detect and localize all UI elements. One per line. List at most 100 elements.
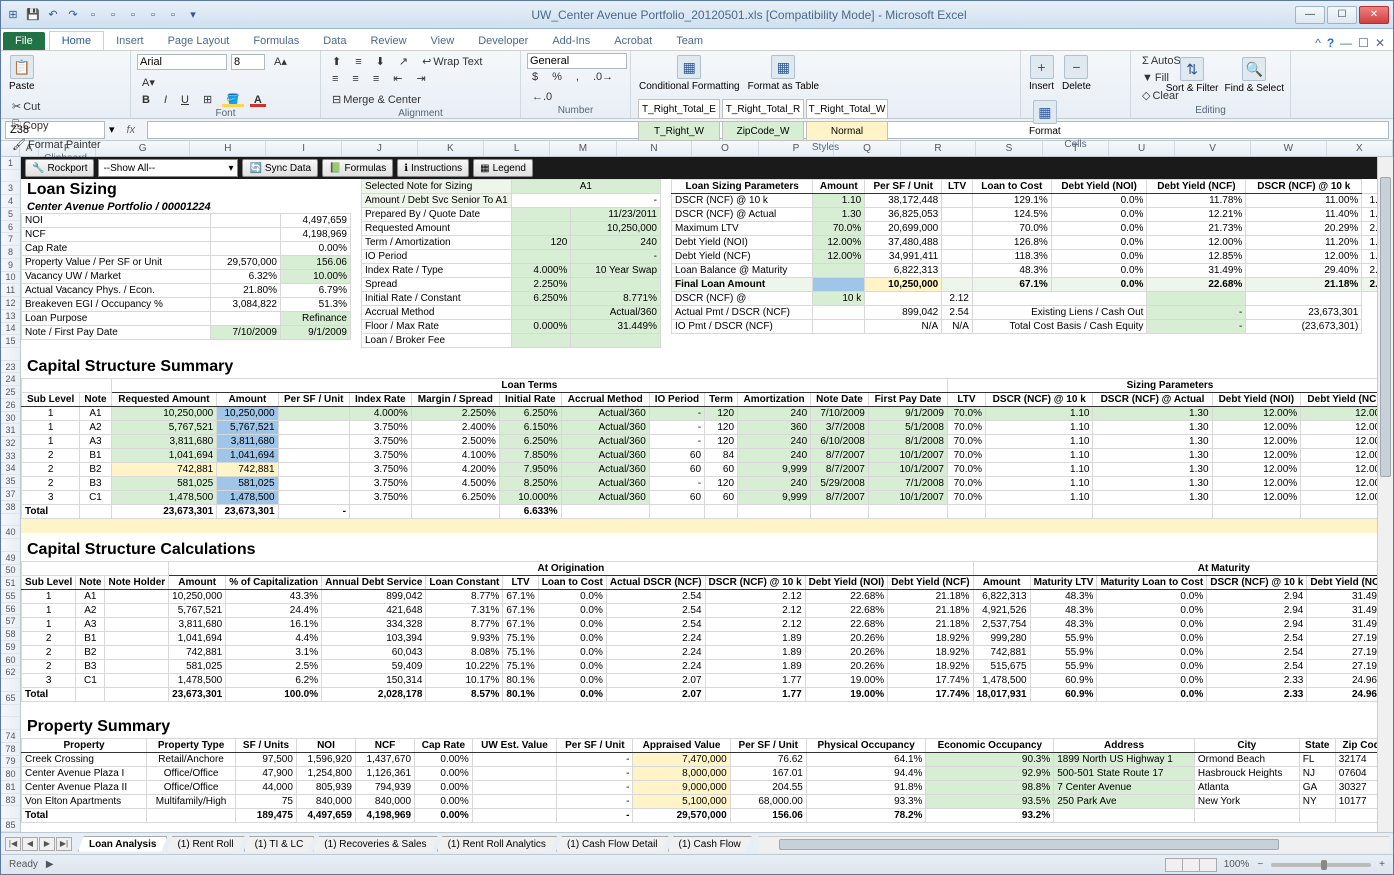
row-header[interactable]: 37 (1, 488, 20, 501)
row-header[interactable] (1, 348, 20, 361)
tab-data[interactable]: Data (311, 32, 358, 50)
sheet-tab[interactable]: (1) Rent Roll Analytics (437, 836, 557, 852)
row-header[interactable]: 38 (1, 501, 20, 514)
col-header[interactable]: W (1251, 141, 1327, 156)
row-header[interactable] (1, 539, 20, 552)
row-header[interactable]: 24 (1, 373, 20, 386)
tab-addins[interactable]: Add-Ins (540, 32, 602, 50)
row-header[interactable]: 13 (1, 310, 20, 323)
shrink-font-icon[interactable]: A▾ (137, 74, 160, 91)
style-gallery[interactable]: ZipCode_W (722, 121, 804, 141)
row-header[interactable]: 51 (1, 577, 20, 590)
align-bot-icon[interactable]: ⬇ (371, 53, 390, 70)
undo-icon[interactable]: ↶ (45, 7, 61, 23)
tab-home[interactable]: Home (49, 31, 104, 50)
row-header[interactable]: 5 (1, 208, 20, 221)
tab-formulas[interactable]: Formulas (241, 32, 311, 50)
close-button[interactable]: ✕ (1359, 6, 1389, 24)
row-header[interactable]: 15 (1, 335, 20, 348)
col-header[interactable]: V (1175, 141, 1251, 156)
tab-review[interactable]: Review (358, 32, 418, 50)
scrollbar-vertical[interactable] (1377, 157, 1393, 832)
col-header[interactable]: H (190, 141, 266, 156)
row-header[interactable]: 50 (1, 565, 20, 578)
style-gallery[interactable]: T_Right_Total_R (722, 99, 804, 119)
tab-acrobat[interactable]: Acrobat (602, 32, 664, 50)
doc-min-icon[interactable]: — (1340, 36, 1352, 50)
style-gallery[interactable]: Normal (806, 121, 888, 141)
indent-inc-icon[interactable]: ⇥ (411, 70, 430, 87)
row-header[interactable]: 10 (1, 272, 20, 285)
zoom-slider[interactable] (1271, 863, 1371, 867)
indent-dec-icon[interactable]: ⇤ (388, 70, 407, 87)
tab-last-icon[interactable]: ▶| (56, 837, 72, 851)
sheet-tab[interactable]: Loan Analysis (78, 836, 167, 852)
row-header[interactable]: 81 (1, 781, 20, 794)
row-header[interactable]: 7 (1, 233, 20, 246)
align-left-icon[interactable]: ≡ (327, 71, 343, 87)
row-header[interactable]: 33 (1, 450, 20, 463)
row-header[interactable]: 60 (1, 654, 20, 667)
qat-icon[interactable]: ▫ (145, 7, 161, 23)
border-button[interactable]: ⊞ (198, 91, 217, 108)
row-header[interactable]: 30 (1, 412, 20, 425)
tab-pagelayout[interactable]: Page Layout (156, 32, 242, 50)
row-header[interactable]: 9 (1, 259, 20, 272)
align-center-icon[interactable]: ≡ (347, 71, 363, 87)
col-header[interactable]: M (550, 141, 616, 156)
style-gallery[interactable]: T_Right_Total_E (638, 99, 720, 119)
view-buttons[interactable] (1165, 858, 1216, 872)
qat-icon[interactable]: ▫ (85, 7, 101, 23)
tab-prev-icon[interactable]: ◀ (22, 837, 38, 851)
row-header[interactable]: 34 (1, 463, 20, 476)
sheet-tab[interactable]: (1) Rent Roll (166, 836, 244, 852)
showall-select[interactable]: --Show All--▾ (98, 159, 238, 177)
formulas-button[interactable]: 📗 Formulas (322, 159, 393, 177)
row-header[interactable]: 3 (1, 182, 20, 195)
row-header[interactable]: 8 (1, 246, 20, 259)
dec-dec-icon[interactable]: ←.0 (527, 89, 557, 105)
sheet-tab[interactable]: (1) Recoveries & Sales (313, 836, 437, 852)
sheet-tab[interactable]: (1) Cash Flow (668, 836, 752, 852)
qat-icon[interactable]: ▫ (165, 7, 181, 23)
dec-inc-icon[interactable]: .0→ (588, 69, 618, 85)
row-header[interactable] (1, 514, 20, 527)
cut-button[interactable]: ✂ Cut (7, 98, 106, 115)
find-select-button[interactable]: 🔍Find & Select (1223, 55, 1286, 96)
fill-color-button[interactable]: 🪣 (221, 91, 245, 108)
row-header[interactable] (1, 717, 20, 730)
tab-developer[interactable]: Developer (466, 32, 540, 50)
sheet-tab[interactable]: (1) TI & LC (244, 836, 315, 852)
row-header[interactable]: 85 (1, 819, 20, 832)
grow-font-icon[interactable]: A▴ (269, 53, 292, 70)
copy-button[interactable]: ⎘ Copy (7, 117, 106, 134)
qat-icon[interactable]: ▫ (105, 7, 121, 23)
row-header[interactable]: 58 (1, 628, 20, 641)
grid[interactable]: 🔧 Rockport --Show All--▾ 🔄 Sync Data 📗 F… (21, 157, 1393, 832)
row-header[interactable]: 12 (1, 297, 20, 310)
paste-button[interactable]: 📋Paste (7, 53, 37, 94)
row-header[interactable]: 32 (1, 437, 20, 450)
tab-file[interactable]: File (3, 32, 45, 50)
style-gallery[interactable]: T_Right_Total_W (806, 99, 888, 119)
row-header[interactable] (1, 705, 20, 718)
merge-button[interactable]: ⊟ Merge & Center (327, 91, 426, 108)
row-header[interactable]: 79 (1, 756, 20, 769)
row-header[interactable]: 26 (1, 399, 20, 412)
row-header[interactable]: 31 (1, 424, 20, 437)
font-size[interactable] (231, 54, 265, 70)
align-top-icon[interactable]: ⬆ (327, 53, 346, 70)
save-icon[interactable]: 💾 (25, 7, 41, 23)
row-header[interactable]: 57 (1, 615, 20, 628)
row-header[interactable]: 4 (1, 195, 20, 208)
cond-format-button[interactable]: ▦Conditional Formatting (637, 53, 742, 94)
currency-icon[interactable]: $ (527, 69, 543, 85)
format-table-button[interactable]: ▦Format as Table (746, 53, 822, 94)
qat-more-icon[interactable]: ▾ (185, 7, 201, 23)
row-header[interactable]: 35 (1, 475, 20, 488)
font-color-button[interactable]: A (249, 92, 267, 108)
rockport-button[interactable]: 🔧 Rockport (25, 159, 94, 177)
ribbon-min-icon[interactable]: ^ (1315, 36, 1321, 50)
zoom-out-icon[interactable]: − (1257, 859, 1263, 870)
scrollbar-horizontal[interactable] (759, 836, 1389, 852)
